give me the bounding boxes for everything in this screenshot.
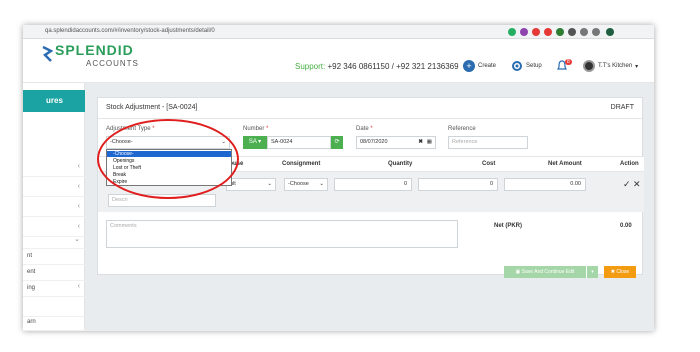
user-avatar: [583, 60, 595, 72]
net-value: 0.00: [620, 223, 632, 229]
number-label: Number *: [243, 126, 268, 132]
required-mark: *: [266, 126, 269, 132]
number-label-text: Number: [243, 126, 265, 132]
support-info: Support: +92 346 0861150 / +92 321 21363…: [295, 62, 459, 71]
refresh-button[interactable]: ⟳: [331, 136, 343, 149]
sidebar-item-label: ent: [27, 269, 36, 275]
date-label: Date *: [356, 126, 373, 132]
chevron-left-icon: ‹: [77, 203, 80, 210]
refresh-icon: ⟳: [334, 139, 340, 145]
sidebar-item[interactable]: ⌄: [23, 233, 85, 249]
browser-address-bar[interactable]: qa.splendidaccounts.com/#/inventory/stoc…: [23, 25, 654, 39]
sidebar-item-label: nt: [27, 253, 33, 259]
user-name: T.T's Kitchen: [598, 63, 633, 69]
app-header: SPLENDID ACCOUNTS Support: +92 346 08611…: [23, 39, 654, 83]
col-net-amount: Net Amount: [548, 161, 582, 167]
confirm-check-icon[interactable]: ✓: [623, 179, 631, 190]
cost-input[interactable]: 0: [418, 178, 498, 191]
chevron-down-icon: ⌄: [319, 181, 324, 187]
status-badge: DRAFT: [610, 104, 634, 111]
red-annotation-circle: [97, 119, 239, 199]
extension-icon[interactable]: [520, 28, 528, 36]
date-value: 08/07/2020: [360, 139, 388, 145]
extension-icon[interactable]: [592, 28, 600, 36]
close-button[interactable]: ✖ Close: [604, 266, 636, 278]
sidebar-header[interactable]: ures: [23, 90, 85, 112]
chevron-down-icon: ⌄: [74, 236, 80, 243]
chevron-left-icon: ‹: [77, 183, 80, 190]
gear-icon: [512, 61, 522, 71]
sidebar-item[interactable]: nt: [23, 249, 85, 265]
support-label: Support:: [295, 62, 326, 71]
logo-icon: [42, 45, 53, 62]
sidebar-item[interactable]: ‹: [23, 181, 85, 197]
extension-icon[interactable]: [556, 28, 564, 36]
sidebar-item[interactable]: ‹: [23, 201, 85, 217]
setup-label: Setup: [526, 63, 542, 69]
sidebar-item[interactable]: ing ‹: [23, 281, 85, 297]
date-label-text: Date: [356, 126, 369, 132]
extension-icon[interactable]: [580, 28, 588, 36]
create-button[interactable]: + Create: [463, 58, 496, 74]
extension-icon[interactable]: [568, 28, 576, 36]
net-label: Net (PKR): [494, 223, 522, 229]
sidebar-item[interactable]: ent: [23, 265, 85, 281]
notification-badge: 8: [565, 59, 572, 65]
number-prefix-button[interactable]: SA ▾: [243, 136, 267, 149]
date-input[interactable]: 08/07/2020 ✖ ▦: [356, 136, 436, 149]
warehouse-select[interactable]: ult ⌄: [226, 178, 276, 191]
url-text[interactable]: qa.splendidaccounts.com/#/inventory/stoc…: [45, 28, 215, 34]
extension-icon[interactable]: [508, 28, 516, 36]
caret-down-icon: ▾: [635, 63, 639, 70]
profile-avatar-icon[interactable]: [606, 28, 614, 36]
chevron-left-icon: ‹: [77, 223, 80, 230]
caret-down-icon: ▾: [591, 269, 594, 275]
logo-subtext: ACCOUNTS: [86, 59, 139, 68]
save-options-button[interactable]: ▾: [586, 266, 598, 278]
extension-icon[interactable]: [532, 28, 540, 36]
logo-text: SPLENDID: [55, 42, 134, 58]
sidebar-item-label: arn: [27, 319, 36, 325]
consignment-value: -Choose: [288, 181, 309, 187]
quantity-input[interactable]: 0: [334, 178, 412, 191]
sidebar: ures ‹ ‹ ‹ ‹ ⌄ nt ent ing ‹ arn: [23, 83, 85, 331]
sidebar-item-label: ing: [27, 285, 36, 291]
sidebar-item[interactable]: ‹: [23, 161, 85, 177]
calendar-icon[interactable]: ▦: [427, 137, 432, 148]
clear-icon[interactable]: ✖: [418, 137, 423, 148]
create-label: Create: [478, 63, 497, 69]
chevron-down-icon: ⌄: [267, 181, 272, 187]
consignment-select[interactable]: -Choose ⌄: [284, 178, 328, 191]
chevron-left-icon: ‹: [77, 283, 80, 290]
user-menu[interactable]: T.T's Kitchen ▾: [583, 58, 638, 74]
sidebar-item[interactable]: arn: [23, 315, 85, 331]
net-amount-input[interactable]: 0.00: [504, 178, 586, 191]
number-input[interactable]: SA-0024: [267, 136, 331, 149]
col-action: Action: [620, 161, 639, 167]
save-continue-button[interactable]: ▣ Save And Continue Edit: [504, 266, 586, 278]
support-phones: +92 346 0861150 / +92 321 2136369: [327, 62, 459, 71]
page-title: Stock Adjustment - [SA-0024]: [106, 104, 198, 111]
chevron-left-icon: ‹: [77, 163, 80, 170]
notifications-button[interactable]: 8: [557, 58, 572, 74]
extension-icon[interactable]: [544, 28, 552, 36]
required-mark: *: [370, 126, 373, 132]
col-quantity: Quantity: [388, 161, 413, 167]
comments-textarea[interactable]: Comments: [106, 220, 458, 248]
remove-x-icon[interactable]: ✕: [633, 179, 641, 190]
save-label: Save And Continue Edit: [521, 269, 575, 275]
reference-label: Reference: [448, 126, 476, 132]
close-label: Close: [616, 269, 630, 275]
col-consignment: Consignment: [282, 161, 321, 167]
plus-icon: +: [463, 60, 475, 72]
setup-button[interactable]: Setup: [511, 58, 542, 74]
col-cost: Cost: [482, 161, 496, 167]
reference-input[interactable]: Reference: [448, 136, 528, 149]
